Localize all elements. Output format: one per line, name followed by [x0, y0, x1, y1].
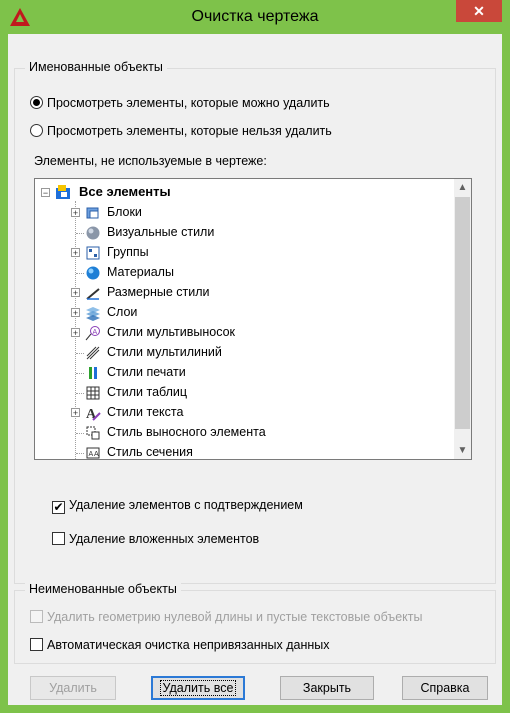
- dimension-icon: [86, 288, 100, 300]
- expand-icon[interactable]: +: [71, 408, 80, 418]
- tree-item-label: Стили печати: [107, 365, 186, 379]
- tree-connector: [76, 433, 84, 434]
- expand-icon[interactable]: +: [71, 288, 80, 298]
- zero-geometry-check[interactable]: [30, 610, 43, 623]
- tree-connector: [76, 353, 84, 354]
- unnamed-objects-group: Неименованные объекты: [14, 582, 496, 664]
- tree-item[interactable]: Стиль выносного элемента: [35, 423, 435, 443]
- expand-icon[interactable]: +: [71, 328, 80, 338]
- auto-clean-check[interactable]: [30, 638, 43, 651]
- collapse-icon[interactable]: −: [41, 188, 50, 198]
- tree-item-label: Материалы: [107, 265, 174, 279]
- mline-icon: [86, 346, 100, 360]
- radio-nondeletable-label: Просмотреть элементы, которые нельзя уда…: [47, 124, 332, 138]
- close-button[interactable]: Закрыть: [280, 676, 374, 700]
- zero-geometry-label: Удалить геометрию нулевой длины и пустые…: [47, 610, 423, 624]
- section-icon: AA: [86, 447, 100, 459]
- expand-icon[interactable]: +: [71, 308, 80, 318]
- plotstyle-icon: [89, 367, 97, 379]
- auto-clean-label: Автоматическая очистка непривязанных дан…: [47, 638, 330, 652]
- tree-item[interactable]: + Размерные стили: [35, 283, 435, 303]
- expand-icon[interactable]: +: [71, 208, 80, 218]
- group-icon: [86, 246, 100, 260]
- tree-item[interactable]: Стили мультилиний: [35, 343, 435, 363]
- window-title: Очистка чертежа: [191, 8, 319, 25]
- radio-nondeletable[interactable]: Просмотреть элементы, которые нельзя уда…: [30, 124, 332, 138]
- dialog-client: Именованные объекты Просмотреть элементы…: [8, 34, 502, 705]
- tree-connector: [76, 373, 84, 374]
- tree-item[interactable]: + A Стили текста: [35, 403, 435, 423]
- tree-item-label: Стиль выносного элемента: [107, 425, 266, 439]
- radio-deletable-label: Просмотреть элементы, которые можно удал…: [47, 96, 330, 110]
- tree-root-label: Все элементы: [79, 184, 171, 199]
- tree-item[interactable]: Стили печати: [35, 363, 435, 383]
- delete-button[interactable]: Удалить: [30, 676, 116, 700]
- tree-connector: [76, 273, 84, 274]
- block-icon: [86, 207, 99, 219]
- help-button[interactable]: Справка: [402, 676, 488, 700]
- unnamed-objects-label: Неименованные объекты: [25, 582, 181, 596]
- table-icon: [86, 386, 100, 400]
- tree-item[interactable]: + A Стили мультивыносок: [35, 323, 435, 343]
- confirm-delete-checkbox[interactable]: ✔ Удаление элементов с подтверждением: [52, 498, 303, 514]
- sphere-blue-icon: [86, 266, 100, 280]
- zero-geometry-checkbox[interactable]: Удалить геометрию нулевой длины и пустые…: [30, 610, 422, 624]
- tree-item[interactable]: Стили таблиц: [35, 383, 435, 403]
- nested-delete-check[interactable]: [52, 532, 65, 545]
- tree-item-label: Стили таблиц: [107, 385, 188, 399]
- textstyle-icon: A: [86, 407, 101, 421]
- expand-icon[interactable]: +: [71, 248, 80, 258]
- tree-item-label: Группы: [107, 245, 149, 259]
- purge-dialog: Очистка чертежа ✕ Именованные объекты Пр…: [0, 0, 510, 713]
- svg-text:A: A: [94, 451, 99, 458]
- detail-icon: [86, 426, 100, 440]
- tree-item[interactable]: + Слои: [35, 303, 435, 323]
- scroll-down-arrow-icon[interactable]: ▼: [454, 442, 471, 459]
- scroll-thumb[interactable]: [455, 197, 470, 429]
- tree-item-label: Слои: [107, 305, 138, 319]
- mleader-icon: A: [85, 326, 100, 341]
- tree-item-label: Размерные стили: [107, 285, 210, 299]
- confirm-delete-label: Удаление элементов с подтверждением: [69, 498, 303, 512]
- tree-item-label: Стили текста: [107, 405, 184, 419]
- tree-item[interactable]: Материалы: [35, 263, 435, 283]
- nested-delete-label: Удаление вложенных элементов: [69, 532, 260, 546]
- purge-tree[interactable]: ▲ ▼ − Все элементы + Блоки Визуальные стил…: [34, 178, 472, 460]
- tree-item[interactable]: Визуальные стили: [35, 223, 435, 243]
- delete-all-button[interactable]: Удалить все: [151, 676, 245, 700]
- tree-connector: [76, 233, 84, 234]
- radio-deletable-indicator[interactable]: [30, 96, 43, 109]
- radio-deletable[interactable]: Просмотреть элементы, которые можно удал…: [30, 96, 330, 110]
- tree-item-label: Блоки: [107, 205, 142, 219]
- tree-item-label: Стили мультилиний: [107, 345, 222, 359]
- tree-scrollbar[interactable]: ▲ ▼: [454, 179, 471, 459]
- title-bar[interactable]: Очистка чертежа ✕: [0, 0, 510, 34]
- tree-caption: Элементы, не используемые в чертеже:: [34, 154, 267, 168]
- radio-nondeletable-indicator[interactable]: [30, 124, 43, 137]
- close-window-button[interactable]: ✕: [456, 0, 502, 22]
- all-items-icon: [56, 185, 70, 199]
- tree-item[interactable]: + Блоки: [35, 203, 435, 223]
- auto-clean-checkbox[interactable]: Автоматическая очистка непривязанных дан…: [30, 638, 330, 652]
- tree-connector: [76, 393, 84, 394]
- svg-text:A: A: [89, 451, 94, 458]
- tree-item-label: Стиль сечения: [107, 445, 193, 459]
- named-objects-label: Именованные объекты: [25, 60, 167, 74]
- svg-text:A: A: [93, 329, 98, 336]
- tree-item[interactable]: + Группы: [35, 243, 435, 263]
- layers-icon: [86, 307, 100, 321]
- sphere-gray-icon: [86, 226, 100, 240]
- tree-item-label: Визуальные стили: [107, 225, 215, 239]
- scroll-up-arrow-icon[interactable]: ▲: [454, 179, 471, 196]
- tree-root-all-items[interactable]: − Все элементы: [35, 183, 435, 203]
- delete-all-label: Удалить все: [159, 680, 237, 696]
- tree-connector: [76, 453, 84, 454]
- nested-delete-checkbox[interactable]: Удаление вложенных элементов: [52, 532, 259, 546]
- confirm-delete-check[interactable]: ✔: [52, 501, 65, 514]
- tree-item-label: Стили мультивыносок: [107, 325, 236, 339]
- tree-item[interactable]: A A Стиль сечения: [35, 443, 435, 459]
